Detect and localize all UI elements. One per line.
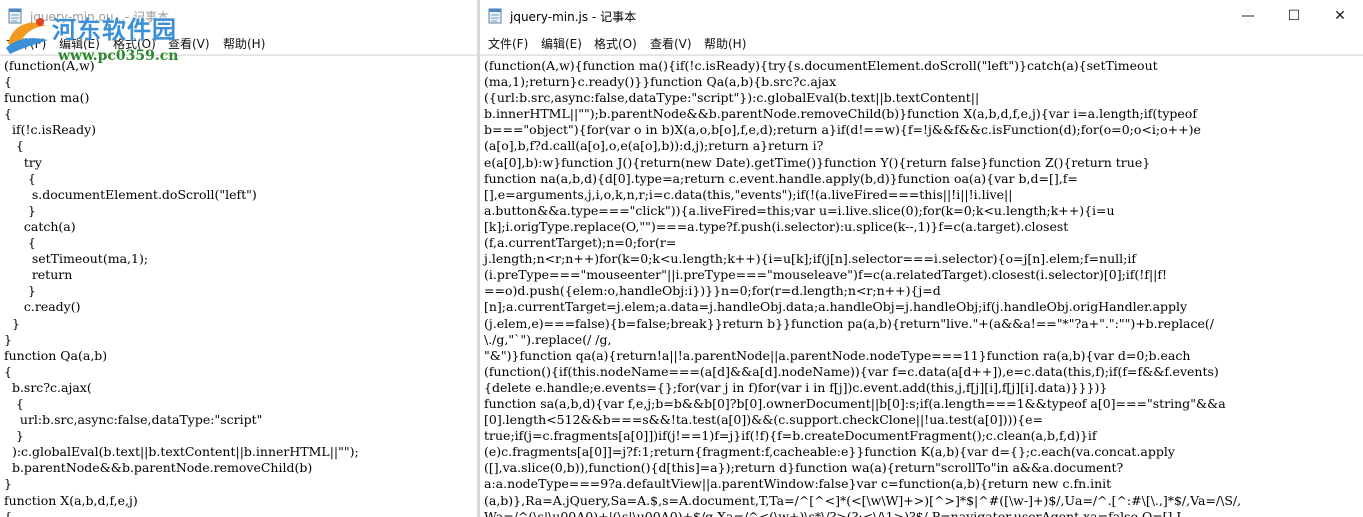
right-menu-edit[interactable]: 编辑(E) [541,35,582,52]
watermark-url: www.pc0359.cn [58,48,179,64]
left-code-text[interactable]: (function(A,w) { function ma() { if(!c.i… [0,56,477,517]
right-menu-bar: 文件(F) 编辑(E) 格式(O) 查看(V) 帮助(H) [480,32,1363,55]
notepad-icon [488,8,502,24]
right-title-bar[interactable]: jquery-min.js - 记事本 — ☐ ✕ [480,0,1363,32]
minimize-button[interactable]: — [1225,0,1271,32]
right-menu-help[interactable]: 帮助(H) [704,35,746,52]
left-notepad-window[interactable]: jquery-min.ou...- 记事本 文件(F) 编辑(E) 格式(O) … [0,0,477,517]
right-menu-view[interactable]: 查看(V) [650,35,692,52]
maximize-button[interactable]: ☐ [1271,0,1317,32]
maximize-icon: ☐ [1287,8,1301,24]
watermark-title: 河东软件园 [52,16,177,44]
right-notepad-window[interactable]: jquery-min.js - 记事本 — ☐ ✕ 文件(F) 编辑(E) 格式… [480,0,1363,517]
left-menu-help[interactable]: 帮助(H) [223,35,265,52]
watermark-logo-icon [6,18,48,54]
window-controls: — ☐ ✕ [1225,0,1363,32]
right-menu-file[interactable]: 文件(F) [488,35,528,52]
close-button[interactable]: ✕ [1317,0,1363,32]
right-code-text[interactable]: (function(A,w){function ma(){if(!c.isRea… [480,56,1363,517]
minimize-icon: — [1241,8,1255,24]
right-window-title: jquery-min.js - 记事本 [510,10,637,24]
right-text-editor[interactable]: (function(A,w){function ma(){if(!c.isRea… [480,55,1363,517]
close-icon: ✕ [1334,8,1346,24]
site-watermark: 河东软件园 www.pc0359.cn [0,0,215,74]
left-text-editor[interactable]: (function(A,w) { function ma() { if(!c.i… [0,55,477,517]
right-menu-format[interactable]: 格式(O) [594,35,637,52]
